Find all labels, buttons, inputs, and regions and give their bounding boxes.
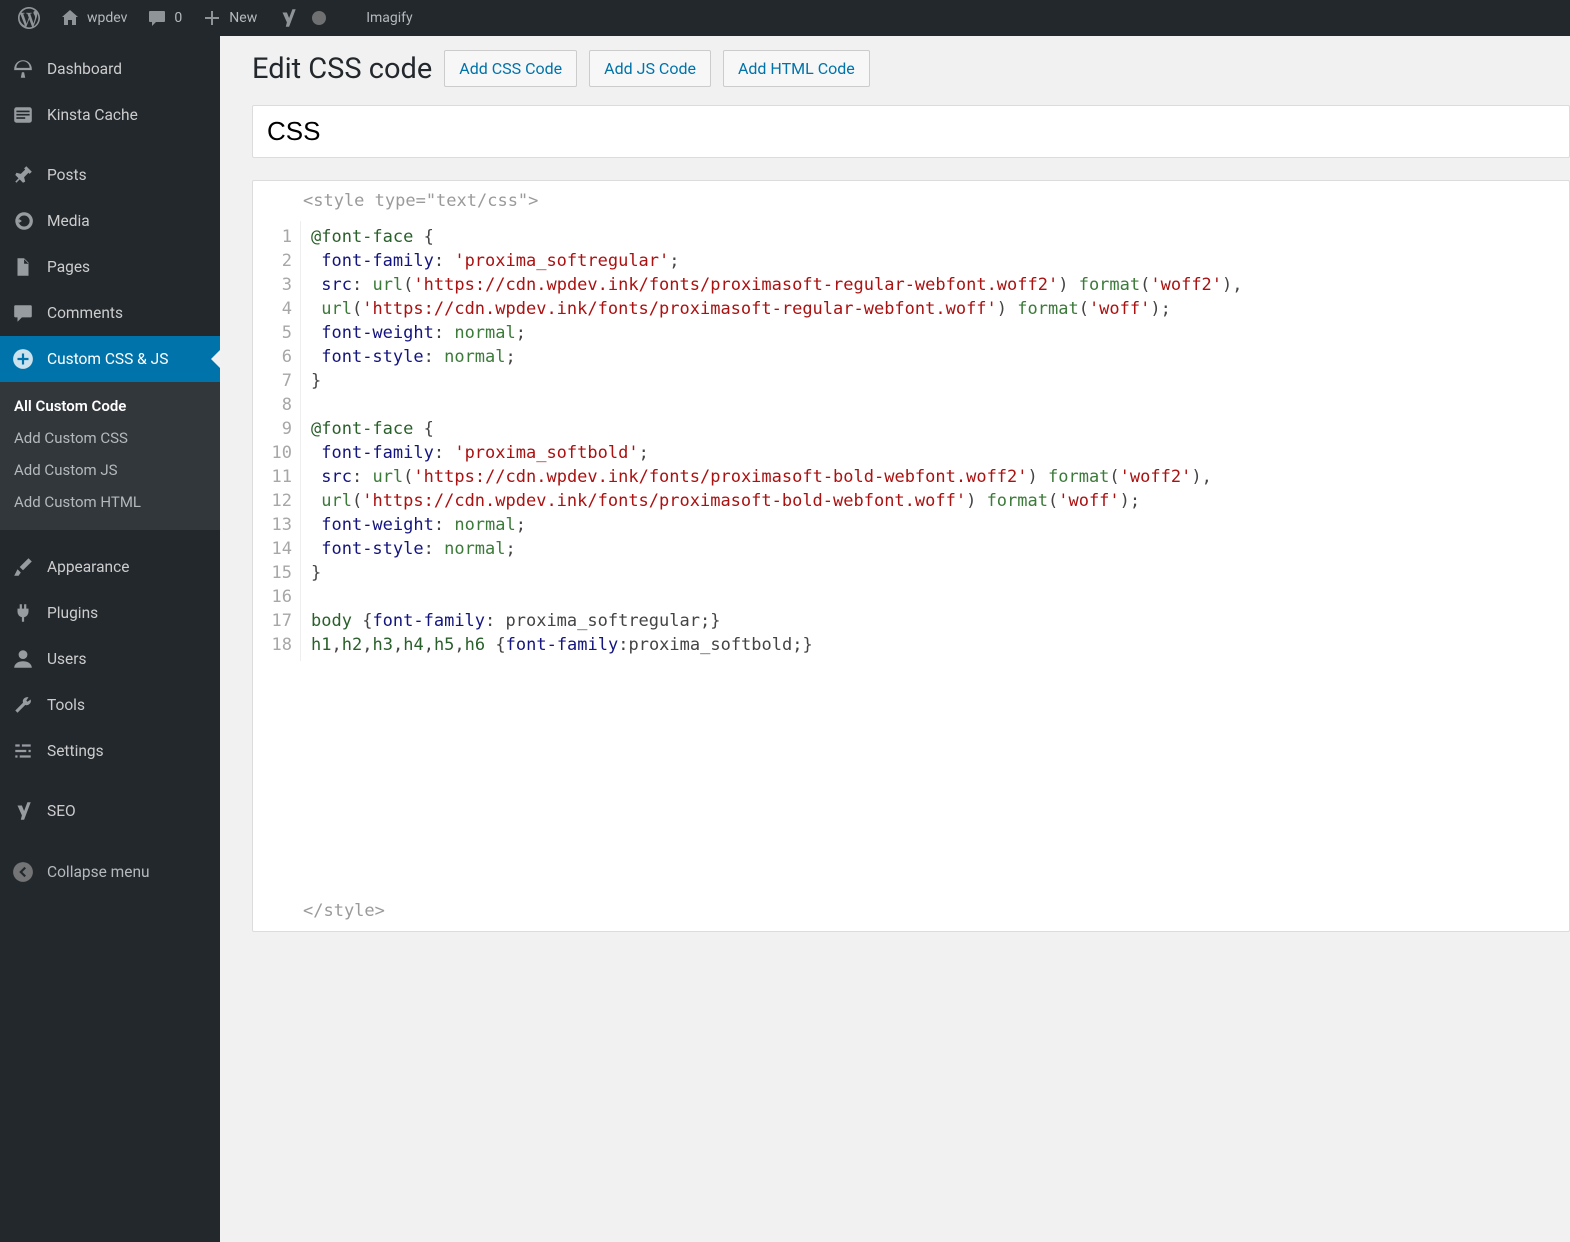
admin-menu: Dashboard Kinsta Cache Posts Media Pages…: [0, 36, 220, 1242]
code-line[interactable]: @font-face {: [311, 225, 1559, 249]
code-line[interactable]: }: [311, 369, 1559, 393]
status-dot-icon: [312, 11, 326, 25]
code-line[interactable]: [311, 585, 1559, 609]
plus-icon: [202, 8, 222, 28]
wrench-icon: [12, 694, 34, 716]
code-line[interactable]: [311, 393, 1559, 417]
code-line[interactable]: url('https://cdn.wpdev.ink/fonts/proxima…: [311, 297, 1559, 321]
menu-label: Custom CSS & JS: [47, 350, 168, 368]
menu-label: Plugins: [47, 604, 98, 622]
code-line[interactable]: font-family: 'proxima_softbold';: [311, 441, 1559, 465]
code-line[interactable]: font-weight: normal;: [311, 513, 1559, 537]
imagify-link[interactable]: Imagify: [356, 0, 422, 36]
site-link[interactable]: wpdev: [50, 0, 137, 36]
code-line[interactable]: h1,h2,h3,h4,h5,h6 {font-family:proxima_s…: [311, 633, 1559, 657]
imagify-label: Imagify: [366, 10, 412, 26]
code-line[interactable]: src: url('https://cdn.wpdev.ink/fonts/pr…: [311, 273, 1559, 297]
submenu-custom-css-js: All Custom Code Add Custom CSS Add Custo…: [0, 382, 220, 530]
new-content[interactable]: New: [192, 0, 267, 36]
code-line[interactable]: body {font-family: proxima_softregular;}: [311, 609, 1559, 633]
menu-comments[interactable]: Comments: [0, 290, 220, 336]
kinsta-icon: [12, 104, 34, 126]
menu-appearance[interactable]: Appearance: [0, 544, 220, 590]
menu-media[interactable]: Media: [0, 198, 220, 244]
menu-settings[interactable]: Settings: [0, 728, 220, 774]
menu-plugins[interactable]: Plugins: [0, 590, 220, 636]
code-line[interactable]: src: url('https://cdn.wpdev.ink/fonts/pr…: [311, 465, 1559, 489]
code-line[interactable]: font-family: 'proxima_softregular';: [311, 249, 1559, 273]
code-line[interactable]: font-style: normal;: [311, 345, 1559, 369]
plus-circle-icon: [12, 348, 34, 370]
page-content: Edit CSS code Add CSS Code Add JS Code A…: [220, 36, 1570, 1242]
menu-label: Users: [47, 650, 87, 668]
code-area[interactable]: @font-face { font-family: 'proxima_softr…: [301, 221, 1569, 661]
menu-posts[interactable]: Posts: [0, 152, 220, 198]
new-label: New: [229, 10, 257, 26]
menu-label: Pages: [47, 258, 90, 276]
menu-label: Media: [47, 212, 90, 230]
menu-label: Comments: [47, 304, 123, 322]
menu-dashboard[interactable]: Dashboard: [0, 46, 220, 92]
collapse-menu[interactable]: Collapse menu: [0, 852, 220, 892]
page-icon: [12, 256, 34, 278]
menu-seo[interactable]: SEO: [0, 788, 220, 834]
yoast-link[interactable]: [267, 0, 336, 36]
line-gutter: 123456789101112131415161718: [253, 221, 301, 661]
page-title: Edit CSS code: [252, 52, 432, 86]
menu-kinsta-cache[interactable]: Kinsta Cache: [0, 92, 220, 138]
code-line[interactable]: }: [311, 561, 1559, 585]
home-icon: [60, 8, 80, 28]
pin-icon: [12, 164, 34, 186]
menu-pages[interactable]: Pages: [0, 244, 220, 290]
menu-label: SEO: [47, 802, 76, 820]
post-title-input[interactable]: [252, 105, 1570, 158]
add-css-code-button[interactable]: Add CSS Code: [444, 50, 577, 87]
submenu-add-custom-html[interactable]: Add Custom HTML: [0, 486, 220, 518]
menu-label: Appearance: [47, 558, 129, 576]
comments-link[interactable]: 0: [137, 0, 192, 36]
media-icon: [12, 210, 34, 232]
menu-label: Settings: [47, 742, 104, 760]
comment-icon: [12, 302, 34, 324]
yoast-icon: [277, 7, 299, 29]
code-line[interactable]: font-style: normal;: [311, 537, 1559, 561]
site-name: wpdev: [87, 10, 127, 26]
submenu-all-custom-code[interactable]: All Custom Code: [0, 390, 220, 422]
editor-closing-tag: </style>: [253, 891, 1569, 931]
brush-icon: [12, 556, 34, 578]
submenu-add-custom-css[interactable]: Add Custom CSS: [0, 422, 220, 454]
menu-label: Dashboard: [47, 60, 122, 78]
plugin-icon: [12, 602, 34, 624]
editor-opening-tag: <style type="text/css">: [253, 181, 1569, 221]
code-line[interactable]: font-weight: normal;: [311, 321, 1559, 345]
code-line[interactable]: @font-face {: [311, 417, 1559, 441]
code-editor: <style type="text/css"> 1234567891011121…: [252, 180, 1570, 932]
add-html-code-button[interactable]: Add HTML Code: [723, 50, 870, 87]
menu-label: Posts: [47, 166, 87, 184]
submenu-add-custom-js[interactable]: Add Custom JS: [0, 454, 220, 486]
menu-users[interactable]: Users: [0, 636, 220, 682]
user-icon: [12, 648, 34, 670]
wordpress-icon: [18, 7, 40, 29]
comments-count: 0: [174, 10, 182, 26]
chevron-left-circle-icon: [12, 861, 34, 883]
yoast-icon: [12, 800, 34, 822]
add-js-code-button[interactable]: Add JS Code: [589, 50, 711, 87]
sliders-icon: [12, 740, 34, 762]
comment-icon: [147, 8, 167, 28]
collapse-label: Collapse menu: [47, 863, 150, 881]
admin-bar: wpdev 0 New Imagify: [0, 0, 1570, 36]
menu-label: Tools: [47, 696, 85, 714]
dashboard-icon: [12, 58, 34, 80]
wp-logo[interactable]: [8, 0, 50, 36]
code-line[interactable]: url('https://cdn.wpdev.ink/fonts/proxima…: [311, 489, 1559, 513]
menu-tools[interactable]: Tools: [0, 682, 220, 728]
menu-custom-css-js[interactable]: Custom CSS & JS: [0, 336, 220, 382]
menu-label: Kinsta Cache: [47, 106, 138, 124]
